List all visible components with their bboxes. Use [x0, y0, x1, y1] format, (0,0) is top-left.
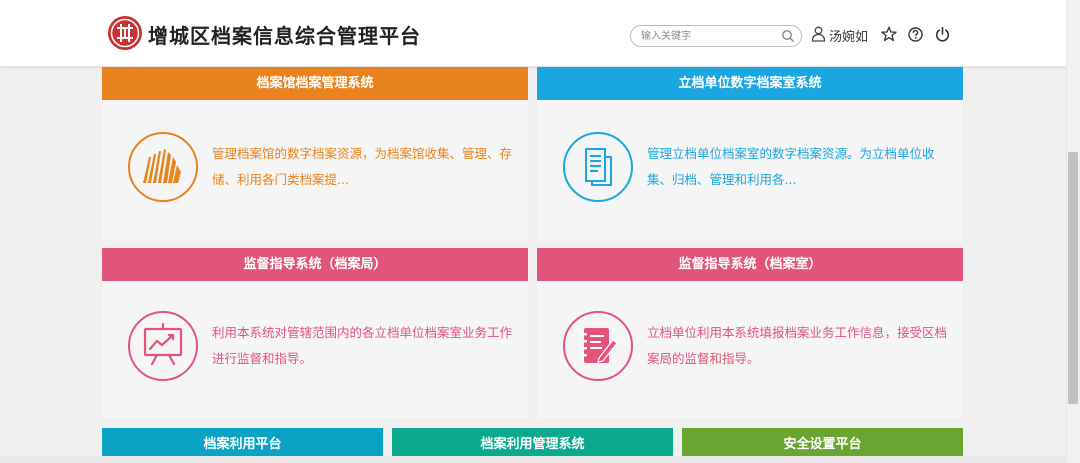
- search-input[interactable]: [641, 28, 776, 44]
- archive-building-icon: [128, 132, 198, 202]
- search-box: [630, 25, 802, 47]
- horizontal-scrollbar-track[interactable]: [0, 456, 1066, 463]
- card-title: 立档单位数字档案室系统: [537, 67, 963, 100]
- power-icon[interactable]: [935, 26, 950, 42]
- document-pages-icon: [563, 132, 633, 202]
- card-description: 管理档案馆的数字档案资源，为档案馆收集、管理、存储、利用各门类档案提...: [212, 146, 513, 187]
- card-title: 监督指导系统（档案室）: [537, 248, 963, 281]
- search-icon[interactable]: [781, 29, 795, 43]
- card-title: 档案馆档案管理系统: [102, 67, 528, 100]
- logo-seal-icon[interactable]: [107, 15, 143, 51]
- card-description: 管理立档单位档案室的数字档案资源。为立档单位收集、归档、管理和利用各...: [647, 146, 935, 187]
- help-icon[interactable]: [908, 27, 923, 42]
- user-name[interactable]: 汤婉如: [829, 26, 868, 45]
- notebook-pen-icon: [563, 311, 633, 381]
- card-archive-management[interactable]: 档案馆档案管理系统 管理档案馆的数字档案资源，为档案馆收集、管理、存储、利用各门…: [102, 67, 528, 240]
- card-supervision-bureau[interactable]: 监督指导系统（档案局） 利用本系统对管辖范围内的各立档单位档案室业务工作进行监督…: [102, 248, 528, 418]
- scrollbar-thumb[interactable]: [1068, 152, 1078, 404]
- presentation-chart-icon: [128, 311, 198, 381]
- card-supervision-office[interactable]: 监督指导系统（档案室） 立档单位利用本系统填报档案业务工作信息，接受区档案局的监…: [537, 248, 963, 418]
- site-title: 增城区档案信息综合管理平台: [148, 24, 421, 48]
- card-description: 利用本系统对管辖范围内的各立档单位档案室业务工作进行监督和指导。: [212, 325, 513, 366]
- card-description: 立档单位利用本系统填报档案业务工作信息，接受区档案局的监督和指导。: [647, 325, 948, 366]
- card-unit-digital-archive[interactable]: 立档单位数字档案室系统 管理立档单位档案室的数字档案资源。为立档单位收集、归档、…: [537, 67, 963, 240]
- card-title: 监督指导系统（档案局）: [102, 248, 528, 281]
- star-icon[interactable]: [881, 26, 897, 42]
- top-header: 增城区档案信息综合管理平台 汤婉如: [0, 0, 1066, 67]
- user-icon[interactable]: [811, 26, 826, 42]
